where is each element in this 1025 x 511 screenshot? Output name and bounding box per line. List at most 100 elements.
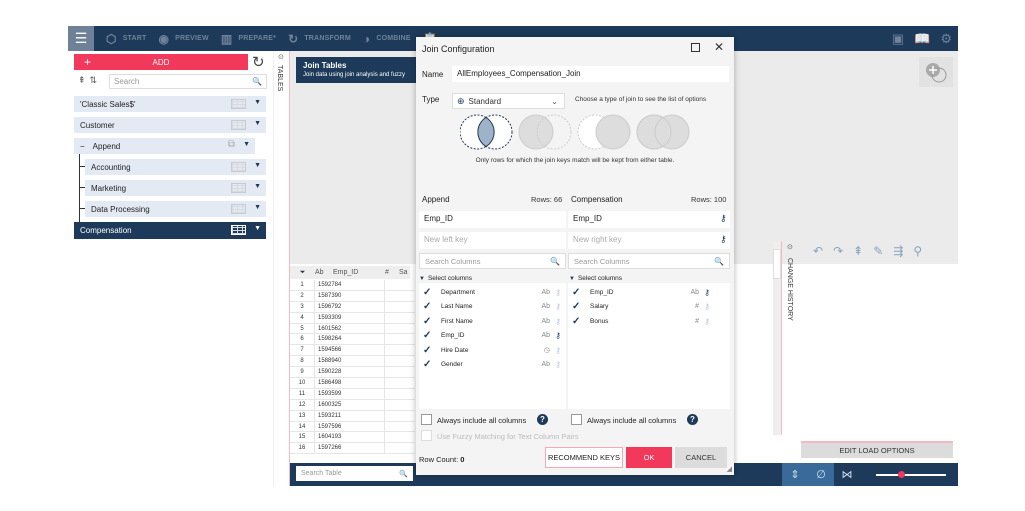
table-row[interactable]: 14 1597596: [290, 421, 415, 433]
table-row[interactable]: 4 1593309: [290, 312, 415, 324]
cell-emp-id[interactable]: 1597266: [315, 443, 385, 454]
fuzzy-matching-checkbox[interactable]: [421, 430, 432, 441]
tree-item-classic-sales[interactable]: 'Classic Sales$' ▼: [74, 96, 266, 112]
search-table-input[interactable]: Search Table 🔍: [296, 466, 413, 481]
sort-icon[interactable]: ⇅: [90, 75, 98, 86]
sidebar-search-input[interactable]: Search 🔍: [109, 74, 267, 89]
collapse-columns-button[interactable]: ⋈: [834, 463, 860, 486]
caret-down-icon[interactable]: ▼: [254, 183, 261, 190]
collapse-all-icon[interactable]: ⇞: [78, 75, 86, 86]
edit-step-icon[interactable]: ✎: [873, 244, 883, 258]
undo-icon[interactable]: ↶: [813, 244, 823, 258]
column-list-item[interactable]: ✓ Emp_ID Ab ⚷: [568, 285, 713, 299]
table-row[interactable]: 5 1601562: [290, 323, 415, 335]
caret-down-icon[interactable]: ▼: [254, 120, 261, 127]
join-name-input[interactable]: AllEmployees_Compensation_Join: [452, 66, 729, 82]
checkmark-icon[interactable]: ✓: [572, 287, 586, 298]
right-search-columns-input[interactable]: Search Columns 🔍: [568, 253, 730, 269]
join-type-select[interactable]: ⊕ Standard ⌄: [452, 93, 565, 109]
nav-preview[interactable]: ◉ PREVIEW: [159, 32, 209, 46]
key-icon[interactable]: ⚷: [555, 288, 561, 297]
zoom-slider[interactable]: [876, 470, 946, 478]
checkmark-icon[interactable]: ✓: [423, 316, 437, 327]
cell-emp-id[interactable]: 1590228: [315, 367, 385, 378]
new-left-key-input[interactable]: New left key: [419, 232, 566, 249]
column-list-item[interactable]: ✓ Department Ab ⚷: [419, 285, 564, 299]
tree-item-customer[interactable]: Customer ▼: [74, 117, 266, 133]
right-always-include-checkbox[interactable]: [571, 414, 582, 425]
cell-emp-id[interactable]: 1588940: [315, 356, 385, 367]
edit-load-options-button[interactable]: EDIT LOAD OPTIONS: [801, 441, 953, 458]
ok-button[interactable]: OK: [626, 447, 672, 468]
close-icon[interactable]: ✕: [714, 40, 724, 54]
row-height-button[interactable]: ⇕: [782, 463, 808, 486]
column-header-emp-id[interactable]: Emp_ID: [333, 269, 385, 276]
column-list-item[interactable]: ✓ Bonus # ⚷: [568, 314, 713, 328]
nav-combine[interactable]: ◑ COMBINE: [363, 32, 411, 46]
gear-icon[interactable]: ⚙: [940, 31, 952, 47]
cell-emp-id[interactable]: 1593211: [315, 410, 385, 421]
left-key-field[interactable]: Emp_ID: [419, 211, 566, 228]
cancel-button[interactable]: CANCEL: [675, 447, 727, 468]
cell-emp-id[interactable]: 1596792: [315, 301, 385, 312]
hamburger-menu-button[interactable]: ☰: [68, 26, 94, 51]
checkmark-icon[interactable]: ✓: [572, 301, 586, 312]
column-list-item[interactable]: ✓ Hire Date ◷ ⚷: [419, 343, 564, 357]
join-tables-card[interactable]: Join Tables Join data using join analysi…: [296, 57, 416, 83]
table-row[interactable]: 9 1590228: [290, 367, 415, 379]
cell-emp-id[interactable]: 1593599: [315, 388, 385, 399]
tree-item-append[interactable]: − Append ▼ ⧉: [74, 138, 255, 154]
redo-icon[interactable]: ↷: [833, 244, 843, 258]
key-icon[interactable]: ⚷: [555, 346, 561, 355]
column-list-item[interactable]: ✓ Gender Ab ⚷: [419, 358, 564, 372]
tables-panel-strip[interactable]: ⊙ TABLES: [273, 51, 289, 486]
new-right-key-input[interactable]: New right key: [568, 232, 730, 249]
table-row[interactable]: 8 1588940: [290, 356, 415, 368]
table-row[interactable]: 10 1586498: [290, 378, 415, 389]
help-icon[interactable]: ?: [687, 414, 698, 425]
left-select-columns-toggle[interactable]: ▼ Select columns: [419, 275, 472, 282]
cell-emp-id[interactable]: 1586498: [315, 378, 385, 388]
checkmark-icon[interactable]: ✓: [423, 330, 437, 341]
table-row[interactable]: 6 1598264: [290, 334, 415, 346]
grid-scrollbar[interactable]: [773, 241, 781, 435]
person-step-icon[interactable]: ⚲: [913, 244, 922, 258]
caret-down-icon[interactable]: ▼: [254, 99, 261, 106]
remove-key-icon[interactable]: ⚷: [720, 234, 727, 245]
cell-emp-id[interactable]: 1594566: [315, 345, 385, 356]
caret-down-icon[interactable]: ▼: [254, 225, 261, 232]
column-list-item[interactable]: ✓ Emp_ID Ab ⚷: [419, 329, 564, 343]
window-icon[interactable]: ▣: [892, 31, 904, 47]
column-list-item[interactable]: ✓ Salary # ⚷: [568, 300, 713, 314]
caret-down-icon[interactable]: ▼: [254, 162, 261, 169]
venn-left-join[interactable]: [518, 114, 572, 150]
table-row[interactable]: 3 1596792: [290, 301, 415, 313]
table-row[interactable]: 15 1604193: [290, 432, 415, 444]
table-row[interactable]: 11 1593599: [290, 388, 415, 400]
help-book-icon[interactable]: 📖: [914, 31, 930, 47]
key-icon[interactable]: ⚷: [704, 288, 710, 297]
left-always-include-checkbox[interactable]: [421, 414, 432, 425]
cell-emp-id[interactable]: 1604193: [315, 432, 385, 443]
filter-icon[interactable]: ⏷: [290, 269, 315, 277]
table-row[interactable]: 1 1592784: [290, 280, 415, 291]
key-icon[interactable]: ⚷: [704, 317, 710, 326]
pin-icon[interactable]: ⊙: [278, 53, 284, 61]
collapse-icon[interactable]: ⇞: [853, 244, 863, 258]
null-toggle-button[interactable]: ∅: [808, 463, 834, 486]
tree-item-marketing[interactable]: Marketing ▼: [85, 180, 266, 196]
tree-item-data-processing[interactable]: Data Processing ▼: [85, 201, 266, 217]
caret-down-icon[interactable]: ▼: [254, 204, 261, 211]
venn-right-join[interactable]: [577, 114, 631, 150]
resize-grip-icon[interactable]: ◢: [727, 465, 732, 473]
help-icon[interactable]: ?: [537, 414, 548, 425]
checkmark-icon[interactable]: ✓: [423, 301, 437, 312]
cell-emp-id[interactable]: 1592784: [315, 280, 385, 290]
slider-knob[interactable]: [898, 470, 905, 478]
table-row[interactable]: 16 1597266: [290, 443, 415, 455]
venn-inner-join[interactable]: [460, 114, 513, 150]
apply-step-icon[interactable]: ⇶: [893, 244, 903, 258]
key-icon[interactable]: ⚷: [555, 360, 561, 369]
tree-item-accounting[interactable]: Accounting ▼: [85, 159, 266, 175]
key-icon[interactable]: ⚷: [704, 302, 710, 311]
